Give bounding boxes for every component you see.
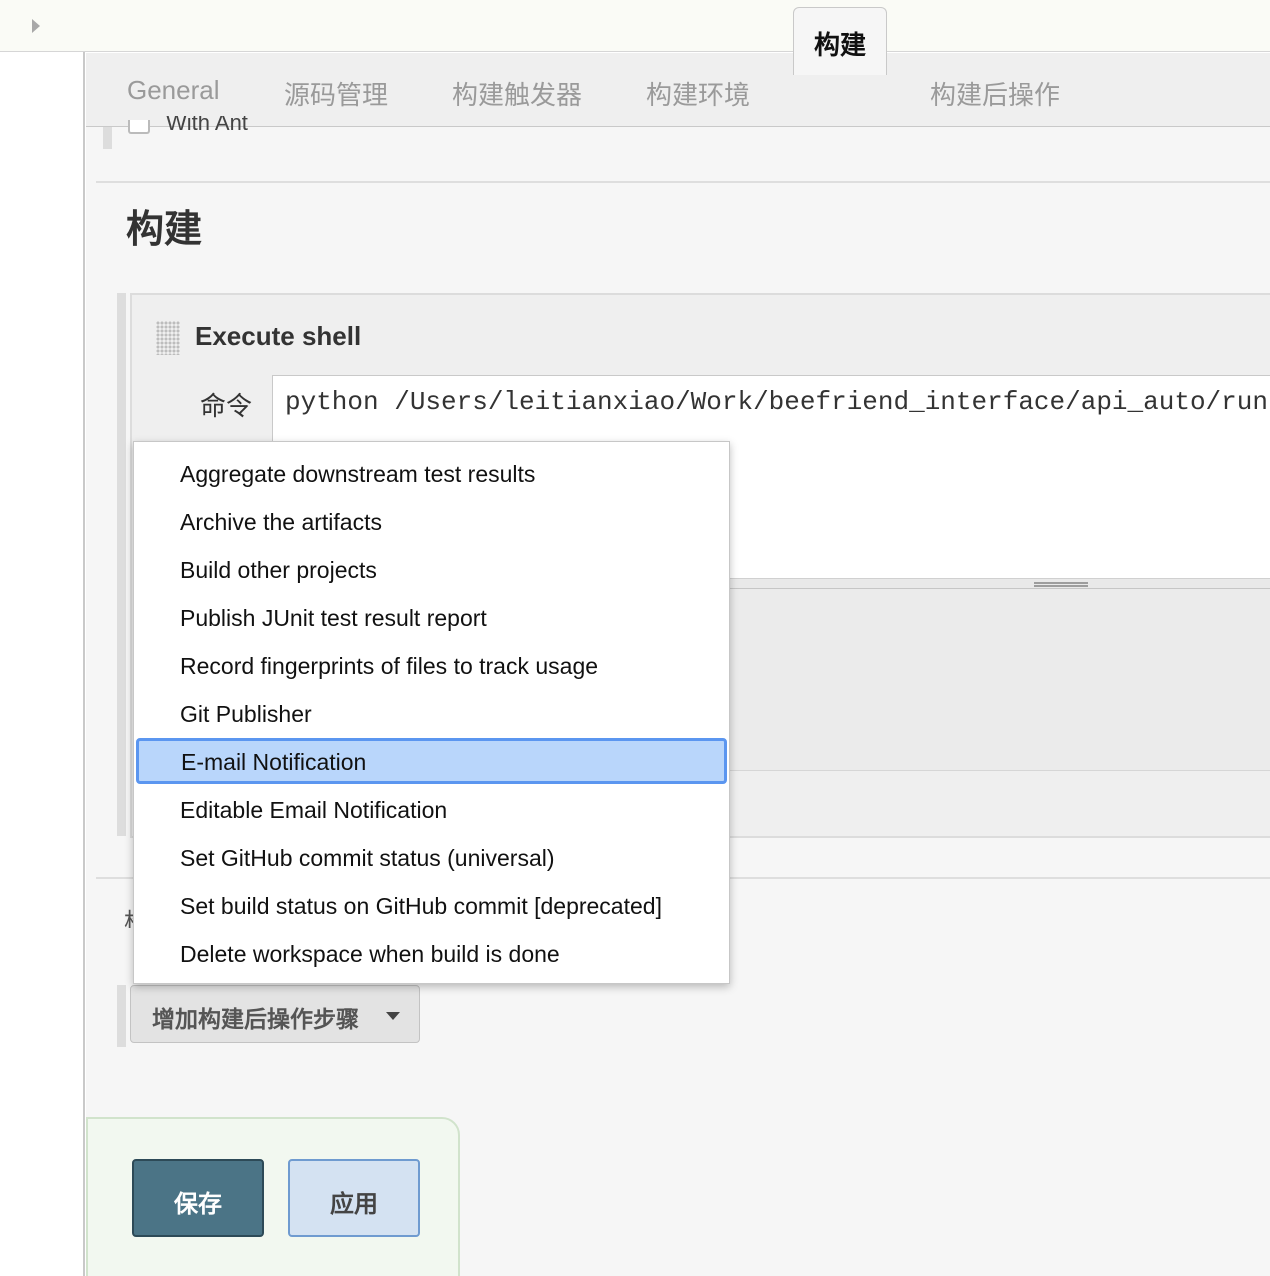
menu-item[interactable]: Delete workspace when build is done (135, 930, 728, 978)
resize-grip-icon[interactable] (1034, 582, 1088, 587)
tab-build-triggers[interactable]: 构建触发器 (452, 75, 582, 112)
step-title: Execute shell (195, 321, 362, 351)
with-ant-checkbox[interactable] (128, 120, 150, 134)
menu-item[interactable]: Archive the artifacts (135, 498, 728, 546)
build-steps-stripe (117, 293, 126, 836)
menu-item[interactable]: Git Publisher (135, 690, 728, 738)
tab-post-build-actions[interactable]: 构建后操作 (930, 75, 1060, 112)
tab-build-environment[interactable]: 构建环境 (646, 75, 750, 112)
expand-arrow-icon[interactable] (32, 19, 40, 33)
apply-button[interactable]: 应用 (288, 1159, 420, 1237)
dropdown-arrow-icon (386, 1012, 400, 1020)
tab-source-management[interactable]: 源码管理 (284, 75, 388, 112)
tab-build[interactable]: 构建 (793, 7, 887, 75)
menu-item[interactable]: Publish JUnit test result report (135, 594, 728, 642)
tab-general[interactable]: General (127, 75, 220, 106)
top-bar (0, 0, 1270, 52)
left-panel (0, 52, 85, 1276)
post-build-stripe (117, 985, 126, 1047)
section-divider (96, 181, 1270, 183)
save-button[interactable]: 保存 (132, 1159, 264, 1237)
section-title: 构建 (126, 209, 203, 251)
with-ant-label: With Ant (166, 116, 248, 130)
add-post-build-step-button[interactable]: 增加构建后操作步骤 (130, 985, 420, 1043)
config-tabs: General 源码管理 构建触发器 构建环境 构建后操作 (86, 53, 1270, 127)
menu-item[interactable]: Editable Email Notification (135, 786, 728, 834)
menu-item[interactable]: Aggregate downstream test results (135, 450, 728, 498)
drag-handle-icon[interactable] (156, 321, 180, 355)
menu-item-selected[interactable]: E-mail Notification (136, 738, 727, 784)
command-label: 命令 (200, 391, 253, 421)
command-text: python /Users/leitianxiao/Work/beefriend… (285, 387, 1268, 417)
menu-item[interactable]: Set build status on GitHub commit [depre… (135, 882, 728, 930)
menu-item[interactable]: Record fingerprints of files to track us… (135, 642, 728, 690)
menu-item[interactable]: Build other projects (135, 546, 728, 594)
menu-item[interactable]: Set GitHub commit status (universal) (135, 834, 728, 882)
post-build-action-menu: Aggregate downstream test results Archiv… (133, 441, 730, 984)
step-lower-panel (728, 589, 1270, 771)
section-stripe (103, 127, 112, 149)
add-post-build-step-label: 增加构建后操作步骤 (152, 1006, 359, 1032)
